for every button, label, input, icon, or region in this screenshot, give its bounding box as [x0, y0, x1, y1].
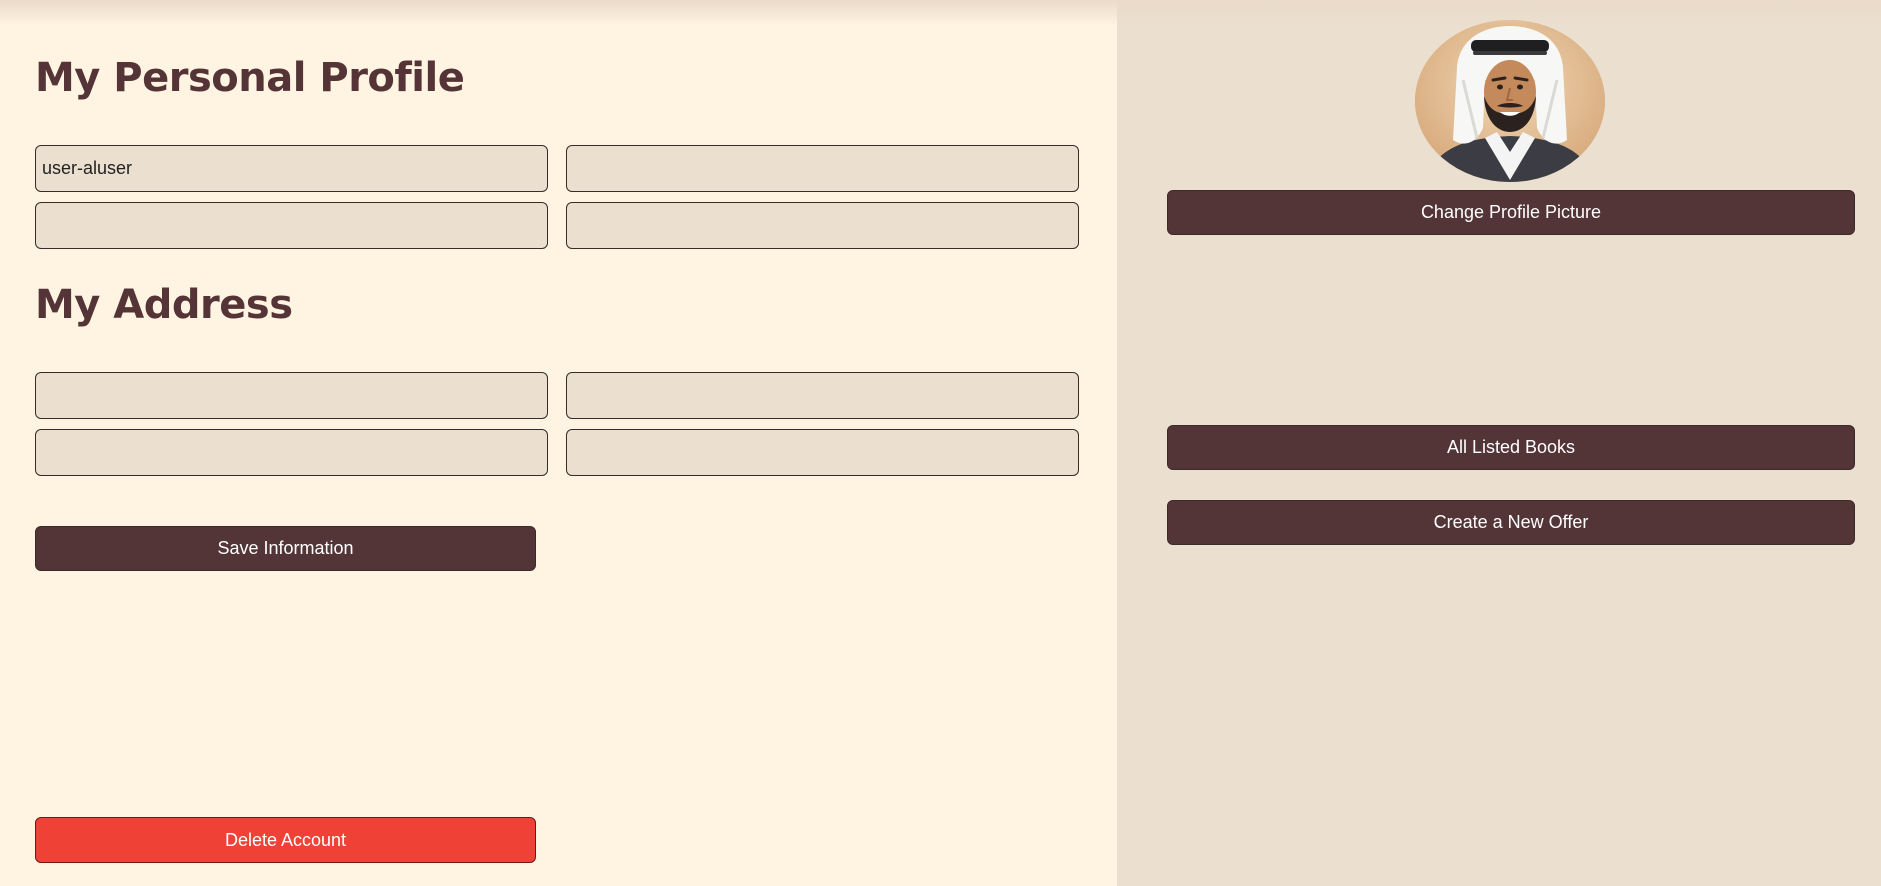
- profile-field-4[interactable]: [566, 202, 1079, 249]
- all-listed-books-button[interactable]: All Listed Books: [1167, 425, 1855, 470]
- delete-account-button[interactable]: Delete Account: [35, 817, 536, 863]
- address-heading: My Address: [35, 282, 293, 328]
- personal-profile-heading: My Personal Profile: [35, 55, 465, 101]
- profile-form-panel: My Personal Profile My Address Save Info…: [0, 0, 1117, 886]
- save-information-button[interactable]: Save Information: [35, 526, 536, 571]
- change-profile-picture-button[interactable]: Change Profile Picture: [1167, 190, 1855, 235]
- profile-field-3[interactable]: [35, 202, 548, 249]
- create-new-offer-button[interactable]: Create a New Offer: [1167, 500, 1855, 545]
- profile-sidebar: Change Profile Picture All Listed Books …: [1117, 0, 1881, 886]
- address-field-1[interactable]: [35, 372, 548, 419]
- address-field-2[interactable]: [566, 372, 1079, 419]
- profile-page: My Personal Profile My Address Save Info…: [0, 0, 1881, 886]
- profile-field-2[interactable]: [566, 145, 1079, 192]
- address-field-3[interactable]: [35, 429, 548, 476]
- avatar: [1415, 20, 1605, 182]
- username-field[interactable]: [35, 145, 548, 192]
- user-avatar-icon: [1415, 20, 1605, 182]
- address-field-4[interactable]: [566, 429, 1079, 476]
